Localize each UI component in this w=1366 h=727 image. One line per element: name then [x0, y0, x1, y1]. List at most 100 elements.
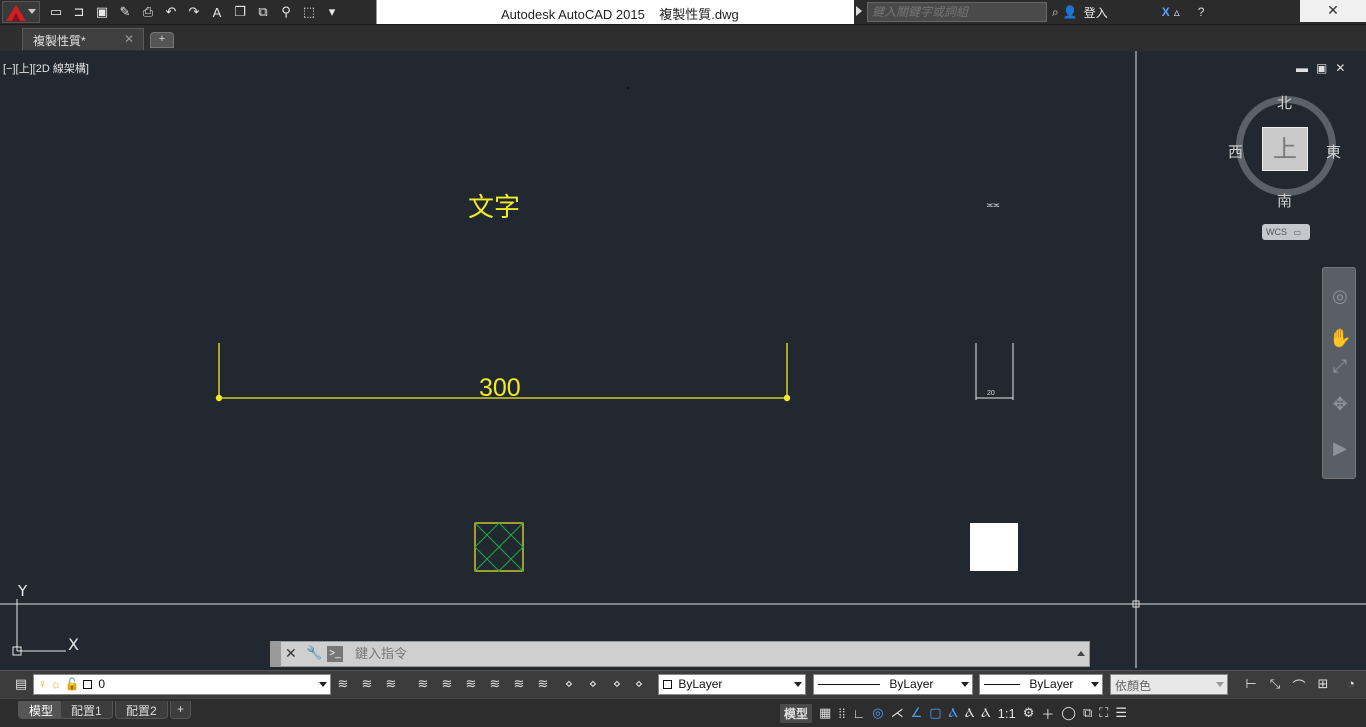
- pan-icon[interactable]: ✋: [1329, 328, 1351, 350]
- minimize-icon[interactable]: ▬: [1296, 61, 1308, 75]
- gear-icon[interactable]: ⚙: [1023, 705, 1035, 721]
- layer-on-icon[interactable]: ≋: [510, 676, 528, 694]
- window-title: Autodesk AutoCAD 2015 複製性質.dwg: [501, 7, 739, 22]
- search-input[interactable]: [867, 2, 1047, 22]
- match-icon[interactable]: ⧉: [253, 2, 273, 22]
- new-tab-button[interactable]: +: [150, 32, 174, 48]
- window-close-button[interactable]: ✕: [1300, 0, 1366, 22]
- layer-lock-icon[interactable]: ⋄: [560, 676, 578, 694]
- file-tab-bar: 複製性質* ✕ +: [0, 25, 1366, 51]
- exchange-icon[interactable]: X: [1162, 5, 1170, 19]
- close-icon[interactable]: ✕: [285, 645, 297, 662]
- plot-icon[interactable]: ⎙: [138, 2, 158, 22]
- user-icon[interactable]: 👤: [1063, 5, 1078, 19]
- hardware-acceleration-icon[interactable]: ◯: [1061, 705, 1076, 721]
- customize-icon[interactable]: 🔧: [306, 645, 322, 661]
- annotation-visibility-icon[interactable]: Ⲁ: [949, 705, 958, 721]
- close-icon[interactable]: ✕: [124, 32, 134, 46]
- annotation-scale-label[interactable]: 1:1: [998, 706, 1016, 721]
- application-menu-button[interactable]: [2, 1, 40, 23]
- orbit-icon[interactable]: ✥: [1329, 394, 1351, 416]
- auto-scale-icon[interactable]: Ⲁ: [981, 705, 990, 721]
- drawing-canvas[interactable]: Y X [−][上][2D 線架構] ▬ ▣ ✕ 文字 300 20 ≍≍ 北 …: [0, 51, 1366, 668]
- layer-dropdown[interactable]: ♀ ☼ 🔓 0: [33, 674, 331, 695]
- sign-in-button[interactable]: 登入: [1084, 4, 1108, 21]
- showmotion-icon[interactable]: ▶: [1329, 438, 1351, 460]
- annotation-scale-icon[interactable]: Ⲁ: [965, 705, 974, 721]
- command-line-grip[interactable]: [271, 642, 281, 666]
- save-as-icon[interactable]: ✎: [115, 2, 135, 22]
- undo-icon[interactable]: ↶: [161, 2, 181, 22]
- viewcube-face-top[interactable]: 上: [1262, 127, 1308, 171]
- binoculars-icon[interactable]: ⌕: [1052, 5, 1059, 20]
- ucs-y-label: Y: [17, 582, 28, 600]
- chevron-right-icon[interactable]: [856, 6, 862, 16]
- compass-south[interactable]: 南: [1277, 190, 1292, 211]
- layer-merge-icon[interactable]: ⋄: [630, 676, 648, 694]
- isodraft-icon[interactable]: ⋌: [891, 705, 904, 721]
- tab-layout2[interactable]: 配置2: [115, 701, 168, 719]
- compass-north[interactable]: 北: [1277, 92, 1292, 113]
- polar-tracking-icon[interactable]: ◎: [872, 705, 883, 721]
- layer-isolate-icon[interactable]: ≋: [414, 676, 432, 694]
- plotstyle-dropdown[interactable]: 依顏色: [1110, 674, 1228, 695]
- redo-icon[interactable]: ↷: [184, 2, 204, 22]
- plus-icon[interactable]: ＋: [1041, 704, 1054, 723]
- help-icon[interactable]: ?: [1198, 5, 1205, 19]
- chevron-down-icon: [1091, 682, 1099, 687]
- arc-dimension-icon[interactable]: ⌒: [1290, 676, 1308, 694]
- compass-west[interactable]: 西: [1228, 141, 1243, 162]
- linetype-sample: [818, 684, 880, 686]
- ortho-icon[interactable]: ∟: [853, 706, 866, 721]
- color-dropdown[interactable]: ByLayer: [658, 674, 806, 695]
- make-current-icon[interactable]: ≋: [334, 676, 352, 694]
- autodesk-360-icon[interactable]: ▵: [1174, 5, 1180, 19]
- chevron-up-icon[interactable]: [1077, 651, 1085, 656]
- isolate-objects-icon[interactable]: ⧉: [1083, 705, 1092, 721]
- layer-unlock-icon[interactable]: ⋄: [584, 676, 602, 694]
- copy-icon[interactable]: ❐: [230, 2, 250, 22]
- clean-screen-icon[interactable]: ⛶: [1099, 705, 1108, 721]
- wcs-menu-button[interactable]: WCS ▭: [1262, 224, 1310, 240]
- steering-wheel-icon[interactable]: ◎: [1329, 286, 1351, 308]
- snap-icon[interactable]: ⁞⁞: [838, 706, 845, 721]
- tab-model[interactable]: 模型: [18, 701, 65, 719]
- add-layout-button[interactable]: +: [170, 701, 192, 719]
- tab-layout1[interactable]: 配置1: [60, 701, 113, 719]
- save-icon[interactable]: ▣: [92, 2, 112, 22]
- new-icon[interactable]: ▭: [46, 2, 66, 22]
- grid-icon[interactable]: ▦: [819, 705, 831, 721]
- object-snap-icon[interactable]: ▢: [929, 705, 941, 721]
- ordinate-dimension-icon[interactable]: ⊞: [1314, 676, 1332, 694]
- viewcube[interactable]: 北 南 東 西 上: [1228, 87, 1348, 237]
- lineweight-dropdown[interactable]: ByLayer: [979, 674, 1103, 695]
- open-icon[interactable]: ⊐: [69, 2, 89, 22]
- customize-icon[interactable]: ▾: [322, 2, 342, 22]
- command-input[interactable]: [355, 644, 1055, 664]
- customize-icon[interactable]: ☰: [1115, 705, 1127, 721]
- layer-previous-icon[interactable]: ≋: [382, 676, 400, 694]
- zoom-icon[interactable]: ⚲: [276, 2, 296, 22]
- layer-unisolate-icon[interactable]: ≋: [438, 676, 456, 694]
- linear-dimension-icon[interactable]: ⊢: [1242, 676, 1260, 694]
- layer-walk-icon[interactable]: ≋: [534, 676, 552, 694]
- linetype-dropdown[interactable]: ByLayer: [813, 674, 973, 695]
- viewport-controls-label[interactable]: [−][上][2D 線架構]: [3, 60, 89, 76]
- select-icon[interactable]: ⬚: [299, 2, 319, 22]
- clock-icon[interactable]: ◔: [1342, 676, 1360, 694]
- restore-icon[interactable]: ▣: [1316, 61, 1327, 75]
- layer-properties-icon[interactable]: ▤: [12, 676, 30, 694]
- layer-match-icon[interactable]: ≋: [358, 676, 376, 694]
- layer-freeze-icon[interactable]: ≋: [486, 676, 504, 694]
- layer-copy-icon[interactable]: ⋄: [608, 676, 626, 694]
- text-icon[interactable]: A: [207, 2, 227, 22]
- object-snap-tracking-icon[interactable]: ∠: [911, 705, 923, 721]
- command-prompt-icon[interactable]: >_: [327, 646, 343, 662]
- compass-east[interactable]: 東: [1326, 141, 1341, 162]
- aligned-dimension-icon[interactable]: ⤡: [1266, 676, 1284, 694]
- model-space-toggle[interactable]: 模型: [780, 703, 813, 723]
- layer-off-icon[interactable]: ≋: [462, 676, 480, 694]
- close-icon[interactable]: ✕: [1335, 61, 1345, 75]
- zoom-extents-icon[interactable]: ⤢: [1329, 356, 1351, 378]
- file-tab[interactable]: 複製性質* ✕: [22, 28, 144, 50]
